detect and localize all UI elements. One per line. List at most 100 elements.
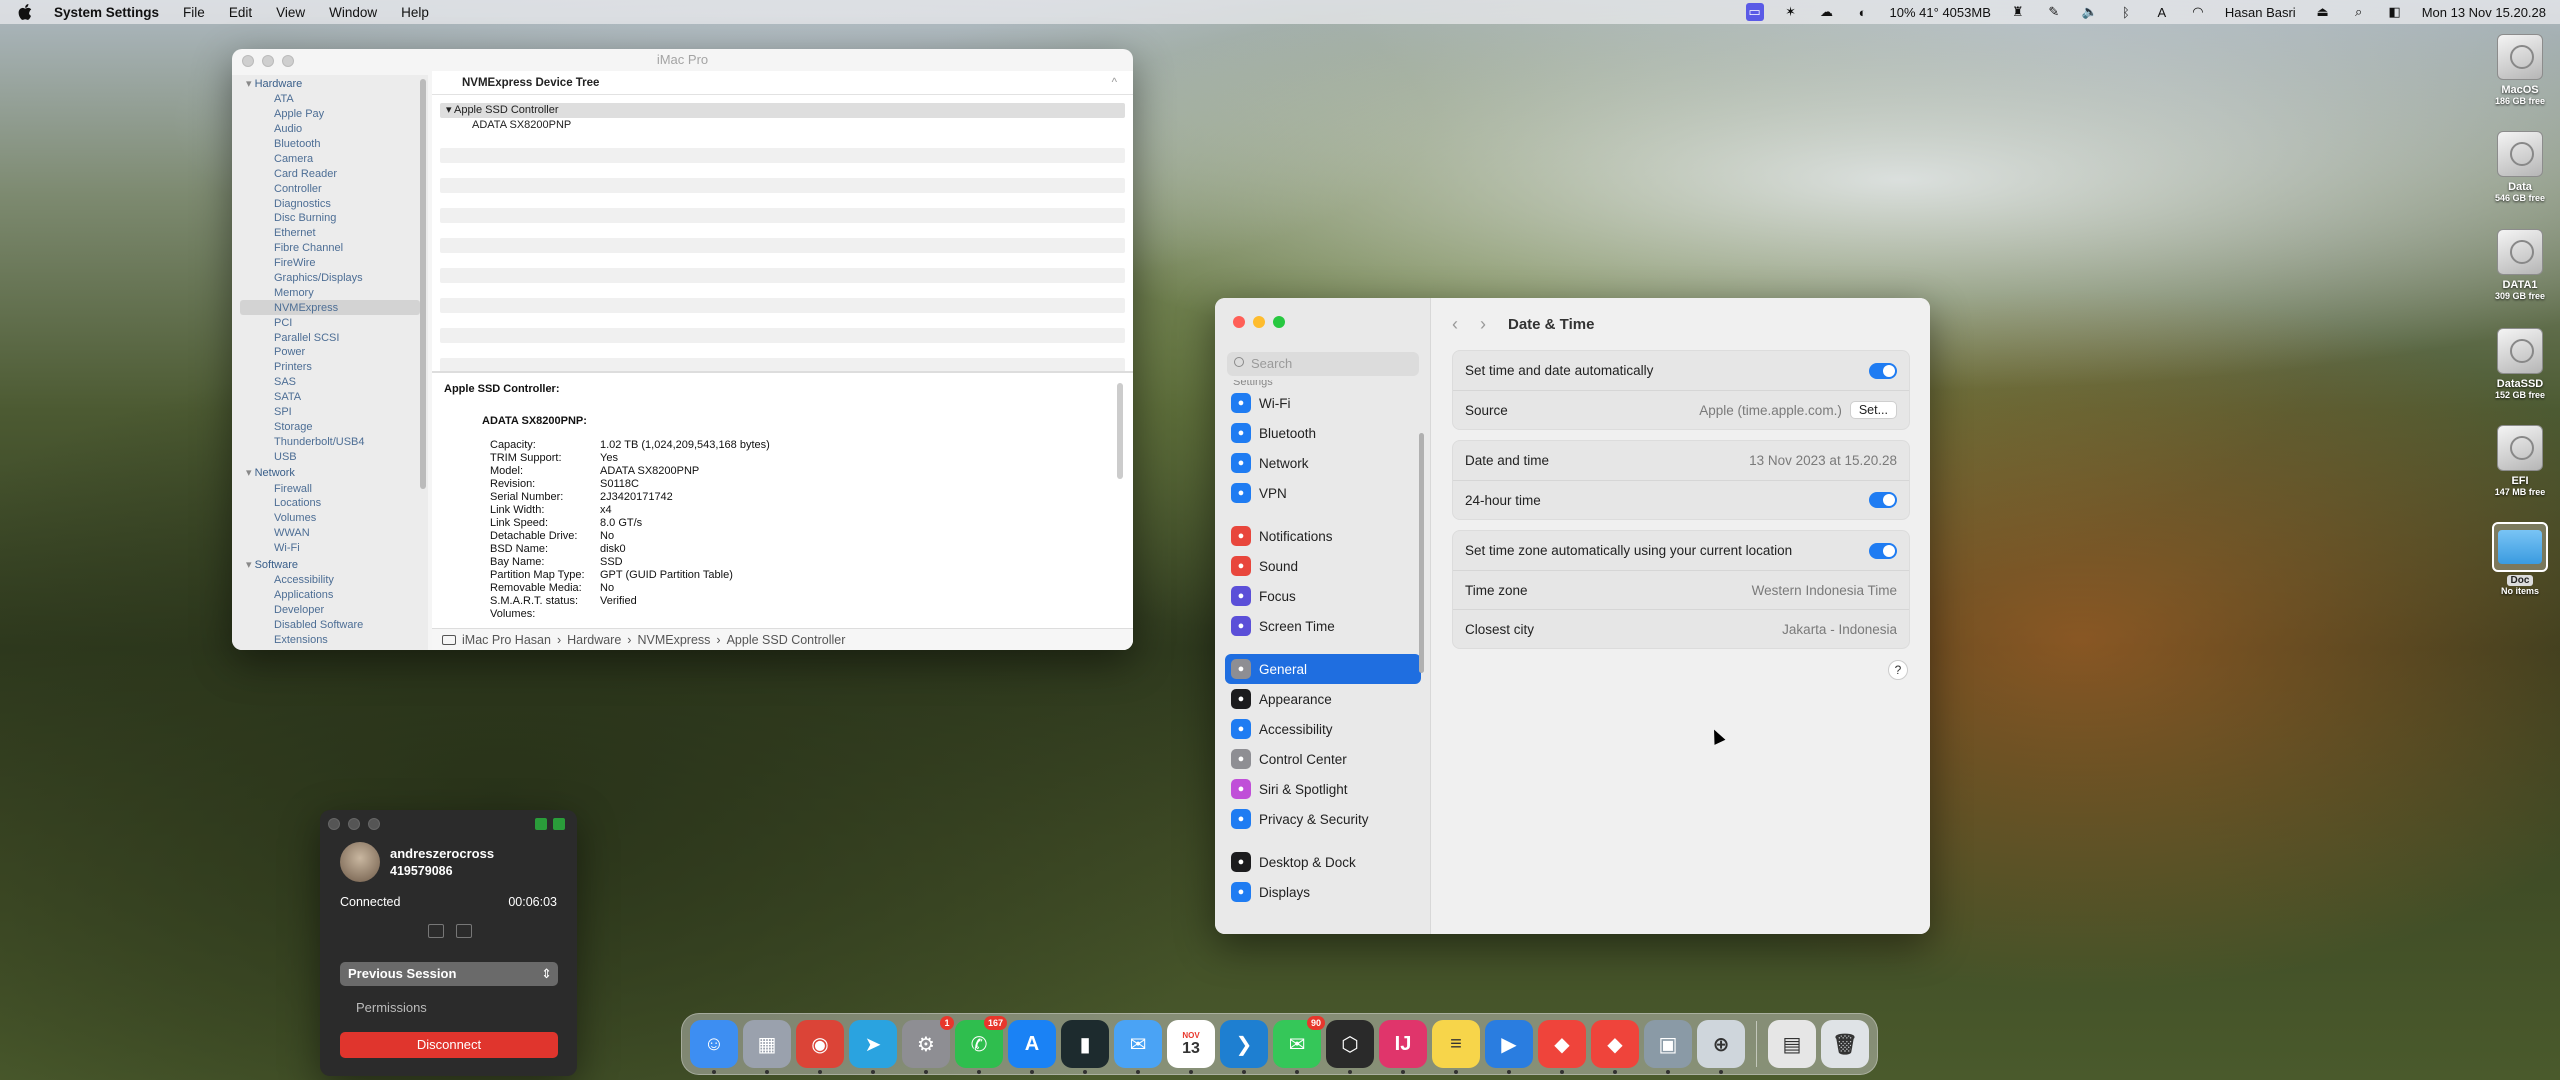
- menu-help[interactable]: Help: [401, 5, 429, 20]
- spotlight-icon[interactable]: ⌕: [2350, 4, 2368, 19]
- drive-datassd[interactable]: DataSSD 152 GB free: [2485, 328, 2555, 400]
- menu-view[interactable]: View: [276, 5, 305, 20]
- sidebar-item-control-center[interactable]: ● Control Center: [1225, 744, 1421, 774]
- menu-window[interactable]: Window: [329, 5, 377, 20]
- set-source-button[interactable]: Set...: [1849, 401, 1897, 419]
- vpn-status-icon[interactable]: ♜: [2009, 4, 2027, 19]
- system-stats[interactable]: 10% 41° 4053MB: [1890, 5, 1991, 20]
- sidebar-item-sas[interactable]: SAS: [232, 375, 428, 390]
- h24-toggle[interactable]: [1869, 492, 1897, 508]
- sidebar-item-memory[interactable]: Memory: [232, 286, 428, 301]
- sidebar-item-bluetooth[interactable]: Bluetooth: [232, 137, 428, 152]
- sidebar-item-spi[interactable]: SPI: [232, 405, 428, 420]
- sidebar-item-diagnostics[interactable]: Diagnostics: [232, 196, 428, 211]
- close-button[interactable]: [328, 818, 340, 830]
- sidebar-item-volumes[interactable]: Volumes: [232, 511, 428, 526]
- sidebar-item-wwan[interactable]: WWAN: [232, 526, 428, 541]
- dock-app-finder[interactable]: ☺: [690, 1020, 738, 1074]
- sidebar-item-storage[interactable]: Storage: [232, 420, 428, 435]
- auto-tz-toggle[interactable]: [1869, 542, 1897, 559]
- auto-time-toggle[interactable]: [1869, 362, 1897, 379]
- zoom-button[interactable]: [368, 818, 380, 830]
- sidebar-item-pci[interactable]: PCI: [232, 315, 428, 330]
- dock-app-calendar[interactable]: NOV 13: [1167, 1020, 1215, 1074]
- sidebar-item-bluetooth[interactable]: ● Bluetooth: [1225, 418, 1421, 448]
- sidebar-item-applications[interactable]: Applications: [232, 588, 428, 603]
- dock-app-system-info[interactable]: ▣: [1644, 1020, 1692, 1074]
- drive-data1[interactable]: DATA1 309 GB free: [2485, 229, 2555, 301]
- sidebar-item-screen-time[interactable]: ● Screen Time: [1225, 611, 1421, 641]
- control-center-icon[interactable]: ◧: [2386, 4, 2404, 19]
- drive-macos[interactable]: MacOS 186 GB free: [2485, 34, 2555, 106]
- sort-caret-icon[interactable]: ^: [1112, 71, 1117, 95]
- sidebar-item-camera[interactable]: Camera: [232, 152, 428, 167]
- dock-app-messages[interactable]: ✉ 90: [1273, 1016, 1325, 1074]
- menu-app-name[interactable]: System Settings: [54, 5, 159, 20]
- sidebar-item-parallel-scsi[interactable]: Parallel SCSI: [232, 330, 428, 345]
- drive-data[interactable]: Data 546 GB free: [2485, 131, 2555, 203]
- dock-app-terminal-app[interactable]: ▮: [1061, 1020, 1109, 1074]
- dock-app-anydesk[interactable]: ◆: [1538, 1020, 1586, 1074]
- sidebar-item-locations[interactable]: Locations: [232, 496, 428, 511]
- dock-app-anydesk-2[interactable]: ◆: [1591, 1020, 1639, 1074]
- dock-app-preview[interactable]: ▤: [1768, 1020, 1816, 1068]
- sidebar-item-ethernet[interactable]: Ethernet: [232, 226, 428, 241]
- tree-row-controller[interactable]: ▾ Apple SSD Controller: [440, 103, 1125, 118]
- screen-share-icon[interactable]: ▭: [1745, 3, 1764, 21]
- menu-file[interactable]: File: [183, 5, 205, 20]
- tree-row-device[interactable]: ADATA SX8200PNP: [440, 118, 1125, 133]
- path-item[interactable]: Hardware: [567, 629, 621, 651]
- eject-icon[interactable]: ⏏: [2314, 4, 2332, 19]
- forward-chevron-icon[interactable]: ›: [1480, 314, 1486, 335]
- folder-doc[interactable]: Doc No items: [2485, 522, 2555, 596]
- sidebar-item-apple-pay[interactable]: Apple Pay: [232, 107, 428, 122]
- pen-icon[interactable]: ✎: [2045, 4, 2063, 19]
- menu-clock[interactable]: Mon 13 Nov 15.20.28: [2422, 5, 2546, 20]
- sidebar-item-accessibility[interactable]: ● Accessibility: [1225, 714, 1421, 744]
- split-divider[interactable]: [432, 371, 1133, 373]
- dock-app-chrome[interactable]: ◉: [796, 1020, 844, 1074]
- dock-app-whatsapp[interactable]: ✆ 167: [955, 1016, 1007, 1074]
- sidebar-item-developer[interactable]: Developer: [232, 603, 428, 618]
- disconnect-button[interactable]: Disconnect: [340, 1032, 558, 1058]
- sidebar-item-ata[interactable]: ATA: [232, 92, 428, 107]
- sidebar-item-siri-spotlight[interactable]: ● Siri & Spotlight: [1225, 774, 1421, 804]
- sidebar-group-network[interactable]: Network: [232, 464, 428, 481]
- sidebar-item-wi-fi[interactable]: ● Wi-Fi: [1225, 388, 1421, 418]
- sidebar-item-sata[interactable]: SATA: [232, 390, 428, 405]
- minimize-button[interactable]: [348, 818, 360, 830]
- dock-app-trash[interactable]: 🗑: [1821, 1020, 1869, 1068]
- sidebar-item-sound[interactable]: ● Sound: [1225, 551, 1421, 581]
- sidebar-group-hardware[interactable]: Hardware: [232, 75, 428, 92]
- dock-app-notes[interactable]: ≡: [1432, 1020, 1480, 1074]
- brightness-icon[interactable]: ✶: [1782, 4, 1800, 19]
- grammarly-icon[interactable]: ◐: [1854, 5, 1872, 20]
- sidebar-item-firewall[interactable]: Firewall: [232, 481, 428, 496]
- user-name[interactable]: Hasan Basri: [2225, 5, 2296, 20]
- dock-app-perplexity[interactable]: ⬡: [1326, 1020, 1374, 1074]
- sidebar-item-network[interactable]: ● Network: [1225, 448, 1421, 478]
- sidebar-item-firewire[interactable]: FireWire: [232, 256, 428, 271]
- sidebar-scrollbar[interactable]: [1419, 433, 1424, 673]
- zoom-button[interactable]: [1273, 316, 1285, 328]
- search-field[interactable]: Search: [1227, 352, 1419, 376]
- input-source-icon[interactable]: A: [2153, 5, 2171, 20]
- sidebar-item-printers[interactable]: Printers: [232, 360, 428, 375]
- session-select[interactable]: Previous Session: [340, 962, 558, 986]
- dock-app-system-settings[interactable]: ⚙ 1: [902, 1016, 954, 1074]
- close-button[interactable]: [1233, 316, 1245, 328]
- sidebar-item-card-reader[interactable]: Card Reader: [232, 166, 428, 181]
- sidebar-scrollbar[interactable]: [420, 79, 426, 489]
- date-value[interactable]: 13 Nov 2023 at 15.20.28: [1749, 453, 1897, 468]
- sidebar-item-usb[interactable]: USB: [232, 449, 428, 464]
- chat-bubble-icon[interactable]: [456, 924, 472, 938]
- dock-app-app-store[interactable]: A: [1008, 1020, 1056, 1074]
- volume-icon[interactable]: 🔈: [2081, 4, 2099, 19]
- back-chevron-icon[interactable]: ‹: [1452, 314, 1458, 335]
- sidebar-item-disabled-software[interactable]: Disabled Software: [232, 617, 428, 632]
- sidebar-item-fibre-channel[interactable]: Fibre Channel: [232, 241, 428, 256]
- sidebar-item-graphics-displays[interactable]: Graphics/Displays: [232, 271, 428, 286]
- sidebar-group-software[interactable]: Software: [232, 556, 428, 573]
- dock-app-telegram[interactable]: ➤: [849, 1020, 897, 1074]
- sidebar-item-audio[interactable]: Audio: [232, 122, 428, 137]
